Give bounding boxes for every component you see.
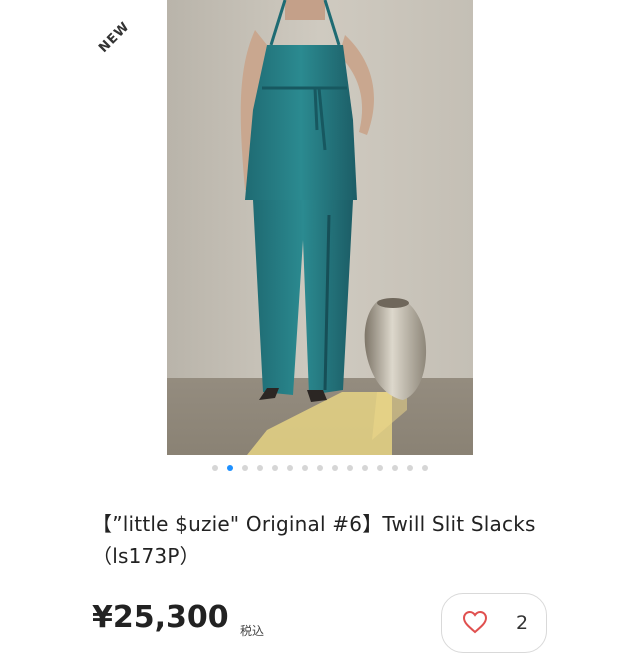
carousel-dot[interactable] xyxy=(422,465,428,471)
product-price: ¥25,300 xyxy=(92,600,229,635)
carousel-dot[interactable] xyxy=(362,465,368,471)
like-button[interactable]: 2 xyxy=(441,593,547,653)
like-count: 2 xyxy=(516,612,529,634)
carousel-dot[interactable] xyxy=(302,465,308,471)
carousel-dot[interactable] xyxy=(347,465,353,471)
product-photo-graphic xyxy=(167,0,473,455)
carousel-indicator[interactable] xyxy=(0,465,640,471)
carousel-dot[interactable] xyxy=(392,465,398,471)
carousel-dot[interactable] xyxy=(257,465,263,471)
carousel-dot[interactable] xyxy=(212,465,218,471)
carousel-dot[interactable] xyxy=(317,465,323,471)
carousel-dot[interactable] xyxy=(227,465,233,471)
product-title: 【”little $uzie" Original #6】Twill Slit S… xyxy=(92,512,536,568)
new-badge: NEW xyxy=(96,19,133,56)
tax-included-label: 税込 xyxy=(240,624,265,638)
carousel-dot[interactable] xyxy=(287,465,293,471)
carousel-dot[interactable] xyxy=(272,465,278,471)
heart-outline-icon xyxy=(462,610,488,634)
carousel-dot[interactable] xyxy=(332,465,338,471)
carousel-dot[interactable] xyxy=(407,465,413,471)
carousel-dot[interactable] xyxy=(242,465,248,471)
product-image[interactable] xyxy=(167,0,473,455)
carousel-dot[interactable] xyxy=(377,465,383,471)
